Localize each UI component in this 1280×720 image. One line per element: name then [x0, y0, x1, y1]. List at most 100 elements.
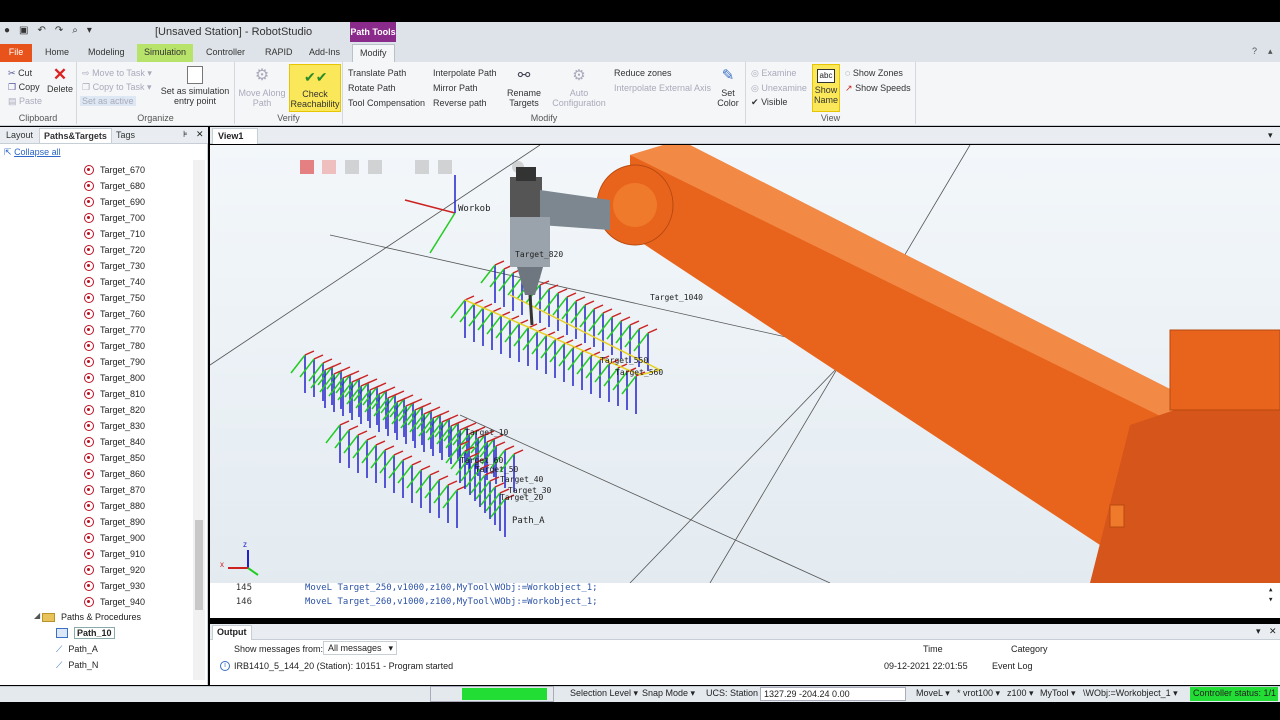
tree-item-path-a[interactable]: ⟋ Path_A — [56, 641, 98, 657]
output-message[interactable]: IRB1410_5_144_20 (Station): 10151 - Prog… — [234, 661, 453, 671]
translate-path-button[interactable]: Translate Path — [348, 68, 406, 78]
wobj-dropdown[interactable]: \WObj:=Workobject_1 ▾ — [1083, 688, 1178, 699]
3d-viewport[interactable]: Workob Target_10 Target_20 Target_30 Tar… — [210, 145, 1280, 583]
tree-item-target[interactable]: Target_690 — [84, 194, 145, 210]
output-menu-icon[interactable]: ▾ — [1256, 626, 1261, 637]
app-icon[interactable]: ● — [4, 25, 10, 36]
show-name-button[interactable]: abc Show Name — [812, 64, 840, 112]
tab-home[interactable]: Home — [38, 44, 76, 62]
tree-item-target[interactable]: Target_820 — [84, 402, 145, 418]
set-color-button[interactable]: ✎ Set Color — [713, 66, 743, 108]
tree-item-target[interactable]: Target_710 — [84, 226, 145, 242]
speed-dropdown[interactable]: * vrot100 ▾ — [957, 688, 1000, 699]
tree-item-target[interactable]: Target_830 — [84, 418, 145, 434]
interpolate-external-axis-button[interactable]: Interpolate External Axis — [614, 83, 711, 93]
copy-button[interactable]: ❐ Copy — [8, 82, 40, 93]
tree-item-target[interactable]: Target_890 — [84, 514, 145, 530]
reverse-path-button[interactable]: Reverse path — [433, 98, 487, 108]
coordinates-field[interactable]: 1327.29 -204.24 0.00 — [760, 687, 906, 701]
tool-dropdown[interactable]: MyTool ▾ — [1040, 688, 1076, 699]
tab-layout[interactable]: Layout — [2, 128, 37, 143]
tree-item-target[interactable]: Target_940 — [84, 594, 145, 610]
tree-item-target[interactable]: Target_770 — [84, 322, 145, 338]
tree-item-target[interactable]: Target_700 — [84, 210, 145, 226]
tab-add-ins[interactable]: Add-Ins — [302, 44, 347, 62]
tree-item-target[interactable]: Target_720 — [84, 242, 145, 258]
check-reachability-button[interactable]: ✔✔ Check Reachability — [289, 64, 341, 112]
tab-file[interactable]: File — [0, 44, 32, 62]
copy-to-task-button[interactable]: ❐ Copy to Task ▾ — [82, 82, 152, 93]
tree-item-target[interactable]: Target_840 — [84, 434, 145, 450]
tree-item-target[interactable]: Target_880 — [84, 498, 145, 514]
move-along-path-button[interactable]: ⚙ Move Along Path — [238, 66, 286, 108]
tree-item-target[interactable]: Target_780 — [84, 338, 145, 354]
interpolate-path-button[interactable]: Interpolate Path — [433, 68, 497, 78]
path-tools-context-tab[interactable]: Path Tools — [350, 22, 396, 42]
paste-button[interactable]: ▤ Paste — [8, 96, 42, 107]
redo-icon[interactable]: ↷ — [55, 25, 63, 36]
controller-status-badge[interactable]: Controller status: 1/1 — [1190, 687, 1278, 701]
tool-compensation-button[interactable]: Tool Compensation — [348, 98, 425, 108]
cut-button[interactable]: ✂ Cut — [8, 68, 32, 79]
tree-item-target[interactable]: Target_790 — [84, 354, 145, 370]
message-filter-dropdown[interactable]: All messages ▾ — [323, 641, 397, 655]
set-entry-point-button[interactable]: Set as simulation entry point — [159, 66, 231, 106]
tree-item-target[interactable]: Target_850 — [84, 450, 145, 466]
tab-modify[interactable]: Modify — [352, 44, 395, 62]
tree-item-target[interactable]: Target_930 — [84, 578, 145, 594]
tab-simulation[interactable]: Simulation — [137, 44, 194, 62]
move-to-task-button[interactable]: ⇨ Move to Task ▾ — [82, 68, 152, 79]
tab-controller[interactable]: Controller — [199, 44, 252, 62]
examine-button[interactable]: ◎ Examine — [751, 68, 796, 79]
delete-button[interactable]: ✕ Delete — [46, 66, 74, 95]
rapid-code-editor[interactable]: 145 MoveL Target_250,v1000,z100,MyTool\W… — [210, 583, 1280, 618]
set-as-active-button[interactable]: Set as active — [80, 96, 136, 106]
tree-item-target[interactable]: Target_920 — [84, 562, 145, 578]
reduce-zones-button[interactable]: Reduce zones — [614, 68, 672, 78]
tab-tags[interactable]: Tags — [112, 128, 139, 143]
category-column-header[interactable]: Category — [1011, 644, 1048, 654]
tree-item-target[interactable]: Target_800 — [84, 370, 145, 386]
tree-item-target[interactable]: Target_670 — [84, 162, 145, 178]
tree-item-target[interactable]: Target_910 — [84, 546, 145, 562]
close-panel-icon[interactable]: ✕ — [196, 129, 204, 140]
unexamine-button[interactable]: ◎ Unexamine — [751, 83, 807, 94]
snap-mode-dropdown[interactable]: Snap Mode ▾ — [642, 688, 695, 699]
selection-level-dropdown[interactable]: Selection Level ▾ — [570, 688, 638, 699]
tree-item-target[interactable]: Target_740 — [84, 274, 145, 290]
collapse-all-link[interactable]: ⇱ Collapse all — [4, 147, 61, 158]
tab-modeling[interactable]: Modeling — [81, 44, 132, 62]
undo-icon[interactable]: ↶ — [38, 25, 46, 36]
tree-scroll-thumb[interactable] — [195, 520, 203, 610]
tree-item-target[interactable]: Target_680 — [84, 178, 145, 194]
expand-toggle-icon[interactable]: ◢ — [34, 611, 40, 620]
tab-rapid[interactable]: RAPID — [258, 44, 300, 62]
mirror-path-button[interactable]: Mirror Path — [433, 83, 478, 93]
paths-procedures-folder[interactable]: Paths & Procedures — [42, 609, 141, 625]
tree-item-path-10[interactable]: Path_10 — [56, 625, 115, 641]
tab-paths-targets[interactable]: Paths&Targets — [39, 128, 112, 143]
help-icon[interactable]: ? — [1252, 46, 1257, 56]
tree-item-target[interactable]: Target_870 — [84, 482, 145, 498]
viewport-toolbar[interactable] — [300, 160, 524, 174]
move-instruction-dropdown[interactable]: MoveL ▾ — [916, 688, 950, 699]
tree-item-path-n[interactable]: ⟋ Path_N — [56, 657, 98, 673]
show-speeds-button[interactable]: ↗ Show Speeds — [845, 83, 911, 94]
zone-dropdown[interactable]: z100 ▾ — [1007, 688, 1034, 699]
minimize-ribbon-icon[interactable]: ▴ — [1268, 46, 1273, 57]
view-menu-icon[interactable]: ▾ — [1268, 130, 1273, 141]
output-tab[interactable]: Output — [212, 625, 252, 640]
search-icon[interactable]: ⌕ — [72, 25, 78, 36]
tree-item-target[interactable]: Target_750 — [84, 290, 145, 306]
tree-item-target[interactable]: Target_860 — [84, 466, 145, 482]
code-scroll-up-icon[interactable]: ▴ — [1268, 585, 1273, 595]
tree-item-target[interactable]: Target_900 — [84, 530, 145, 546]
close-output-icon[interactable]: ✕ — [1269, 626, 1277, 637]
tab-view1[interactable]: View1 ✕ — [212, 128, 258, 155]
code-scroll-down-icon[interactable]: ▾ — [1268, 595, 1273, 605]
auto-configuration-button[interactable]: ⚙ Auto Configuration — [549, 66, 609, 108]
tree-item-target[interactable]: Target_760 — [84, 306, 145, 322]
time-column-header[interactable]: Time — [923, 644, 943, 654]
show-zones-button[interactable]: ◌ Show Zones — [845, 68, 903, 78]
tree-item-target[interactable]: Target_810 — [84, 386, 145, 402]
